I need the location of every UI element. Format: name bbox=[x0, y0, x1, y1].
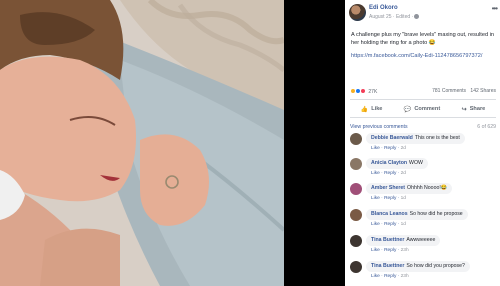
comment-icon: 💬 bbox=[403, 106, 412, 113]
commenter-name[interactable]: Amber Sheret bbox=[371, 185, 405, 191]
author-name[interactable]: Edi Okoro bbox=[369, 5, 398, 11]
commenter-name[interactable]: Blanca Leanos bbox=[371, 211, 408, 217]
comment-reply-link[interactable]: Reply bbox=[384, 196, 396, 201]
reaction-count[interactable]: 27K bbox=[368, 89, 377, 95]
reactions-bar: 27K 781 Comments 142 Shares bbox=[350, 88, 496, 97]
commenter-avatar[interactable] bbox=[350, 183, 362, 195]
comment-label: Comment bbox=[414, 106, 441, 112]
comment-reply-link[interactable]: Reply bbox=[384, 146, 396, 151]
divider bbox=[350, 99, 496, 100]
like-label: Like bbox=[371, 106, 383, 112]
post-actions: 👍 Like 💬 Comment ↪ Share bbox=[350, 103, 496, 115]
comment-time[interactable]: 23h bbox=[401, 248, 409, 253]
photo-image bbox=[0, 0, 284, 286]
commenter-name[interactable]: Anicia Clayton bbox=[371, 160, 407, 166]
thumbs-up-icon: 👍 bbox=[360, 106, 369, 113]
comment-text: Ohhhh Noooo!😂 bbox=[407, 185, 448, 191]
commenter-avatar[interactable] bbox=[350, 261, 362, 273]
post-meta: August 25 · Edited · bbox=[369, 14, 420, 20]
commenter-avatar[interactable] bbox=[350, 133, 362, 145]
share-label: Share bbox=[469, 106, 486, 112]
comment-like-link[interactable]: Like bbox=[371, 146, 380, 151]
comment-time[interactable]: 1d bbox=[401, 222, 406, 227]
globe-icon bbox=[414, 14, 420, 19]
love-reaction-icon[interactable] bbox=[360, 88, 366, 94]
comment-text: Awwweeeee bbox=[406, 237, 436, 243]
comments-header: View previous comments 6 of 629 bbox=[350, 124, 496, 130]
comment-time[interactable]: 2d bbox=[401, 171, 406, 176]
comment-bubble: Tina Buettner Awwweeeee bbox=[366, 235, 441, 246]
comment-reply-link[interactable]: Reply bbox=[384, 248, 396, 253]
comment-actions: Like · Reply · 2d bbox=[371, 171, 406, 176]
commenter-avatar[interactable] bbox=[350, 209, 362, 221]
comment-time[interactable]: 23h bbox=[401, 274, 409, 279]
comment-actions: Like · Reply · 1d bbox=[371, 196, 406, 201]
comment-like-link[interactable]: Like bbox=[371, 274, 380, 279]
comment-text: This one is the best bbox=[414, 135, 460, 141]
post-panel: Edi Okoro August 25 · Edited · ••• A cha… bbox=[345, 0, 500, 286]
comment-time[interactable]: 1d bbox=[401, 196, 406, 201]
share-button[interactable]: ↪ Share bbox=[462, 103, 486, 115]
comment-reply-link[interactable]: Reply bbox=[384, 171, 396, 176]
view-previous-comments-link[interactable]: View previous comments bbox=[350, 124, 408, 130]
comment-bubble: Debbie Baerwald This one is the best bbox=[366, 133, 465, 144]
comment-like-link[interactable]: Like bbox=[371, 171, 380, 176]
comment-time[interactable]: 2d bbox=[401, 146, 406, 151]
comment-item: Blanca Leanos So how did he propose Like … bbox=[350, 209, 496, 234]
post-header: Edi Okoro August 25 · Edited · ••• bbox=[349, 4, 498, 26]
commenter-avatar[interactable] bbox=[350, 158, 362, 170]
comment-text: So how did he propose bbox=[409, 211, 463, 217]
post-caption: A challenge plus my "brave levels" maxin… bbox=[351, 32, 494, 46]
comment-item: Amber Sheret Ohhhh Noooo!😂 Like · Reply ·… bbox=[350, 183, 496, 208]
comment-like-link[interactable]: Like bbox=[371, 196, 380, 201]
post-photo[interactable] bbox=[0, 0, 284, 286]
post-date[interactable]: August 25 · Edited · bbox=[369, 14, 413, 20]
comment-actions: Like · Reply · 23h bbox=[371, 248, 409, 253]
like-button[interactable]: 👍 Like bbox=[361, 103, 383, 115]
comment-bubble: Amber Sheret Ohhhh Noooo!😂 bbox=[366, 183, 453, 194]
comment-item: Tina Buettner Awwweeeee Like · Reply · 23… bbox=[350, 235, 496, 260]
comment-count[interactable]: 781 Comments bbox=[432, 88, 466, 94]
share-count[interactable]: 142 Shares bbox=[470, 88, 496, 94]
comment-item: Tina Buettner So how did you propose? Lik… bbox=[350, 261, 496, 286]
comment-like-link[interactable]: Like bbox=[371, 222, 380, 227]
photo-viewer bbox=[0, 0, 345, 286]
comment-button[interactable]: 💬 Comment bbox=[404, 103, 440, 115]
comment-actions: Like · Reply · 23h bbox=[371, 274, 409, 279]
viewer-gutter bbox=[284, 0, 345, 286]
commenter-name[interactable]: Debbie Baerwald bbox=[371, 135, 413, 141]
divider bbox=[350, 117, 496, 118]
comment-actions: Like · Reply · 1d bbox=[371, 222, 406, 227]
comment-bubble: Anicia Clayton WOW bbox=[366, 158, 428, 169]
comment-reply-link[interactable]: Reply bbox=[384, 222, 396, 227]
author-avatar[interactable] bbox=[349, 4, 366, 21]
comment-item: Anicia Clayton WOW Like · Reply · 2d bbox=[350, 158, 496, 183]
comment-reply-link[interactable]: Reply bbox=[384, 274, 396, 279]
commenter-avatar[interactable] bbox=[350, 235, 362, 247]
post-link[interactable]: https://m.facebook.com/Caily-Edi-1124786… bbox=[351, 53, 495, 61]
commenter-name[interactable]: Tina Buettner bbox=[371, 263, 404, 269]
post-stats: 781 Comments 142 Shares bbox=[432, 88, 496, 94]
comment-text: WOW bbox=[409, 160, 423, 166]
more-options-icon[interactable]: ••• bbox=[492, 4, 498, 13]
comment-actions: Like · Reply · 2d bbox=[371, 146, 406, 151]
comment-bubble: Tina Buettner So how did you propose? bbox=[366, 261, 470, 272]
comment-text: So how did you propose? bbox=[406, 263, 465, 269]
share-icon: ↪ bbox=[461, 106, 467, 113]
comment-like-link[interactable]: Like bbox=[371, 248, 380, 253]
comment-item: Debbie Baerwald This one is the best Like… bbox=[350, 133, 496, 158]
comments-count: 6 of 629 bbox=[477, 124, 496, 130]
comment-bubble: Blanca Leanos So how did he propose bbox=[366, 209, 468, 220]
commenter-name[interactable]: Tina Buettner bbox=[371, 237, 404, 243]
